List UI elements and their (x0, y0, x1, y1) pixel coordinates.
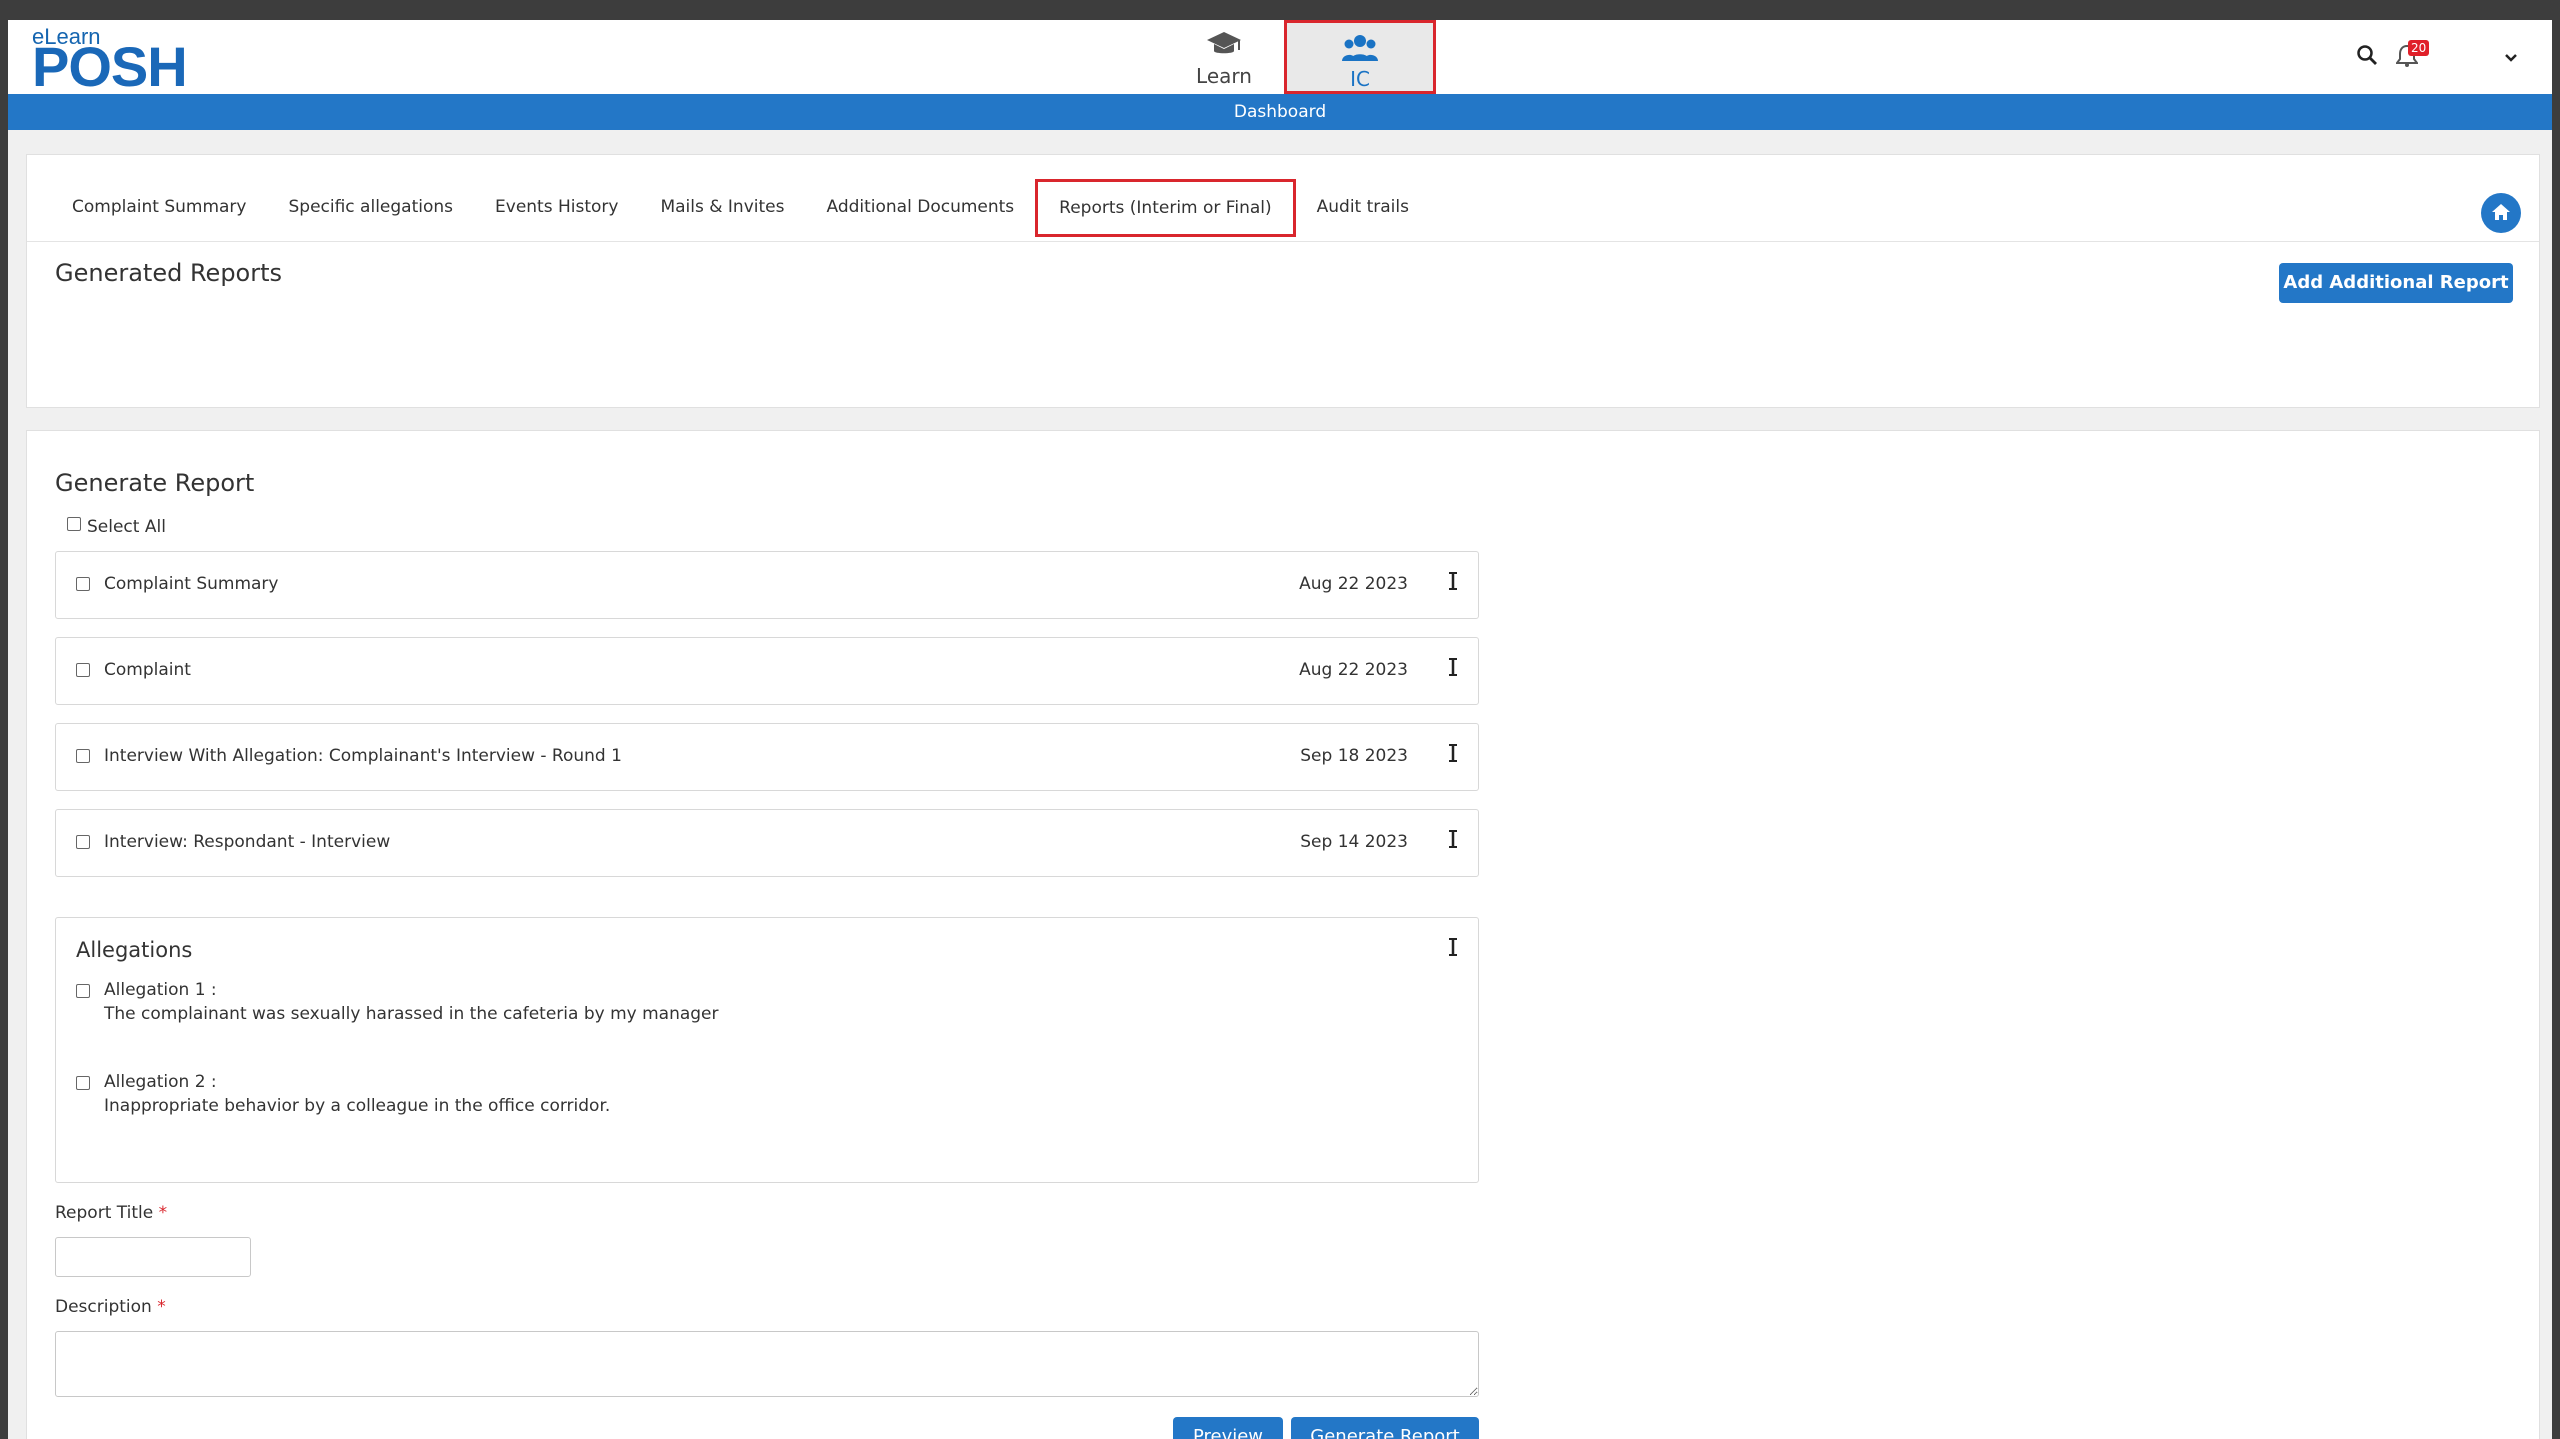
report-title-label: Report Title * (55, 1203, 167, 1223)
tab-mails-invites[interactable]: Mails & Invites (639, 179, 805, 237)
report-item-row: Interview: Respondant - Interview Sep 14… (55, 809, 1479, 877)
tabs-divider (27, 241, 2539, 242)
graduation-cap-icon (1166, 30, 1282, 64)
tab-reports[interactable]: Reports (Interim or Final) (1035, 179, 1296, 237)
drag-handle-icon[interactable] (1448, 742, 1458, 768)
home-icon (2491, 202, 2511, 226)
report-item-label: Interview: Respondant - Interview (104, 832, 391, 852)
case-tabs: Complaint Summary Specific allegations E… (51, 179, 1430, 237)
allegation-name: Allegation 2 : (104, 1072, 217, 1092)
notification-count-badge: 20 (2408, 40, 2430, 56)
report-item-checkbox[interactable] (76, 835, 90, 849)
report-item-label: Complaint (104, 660, 191, 680)
tab-specific-allegations[interactable]: Specific allegations (267, 179, 474, 237)
drag-handle-icon[interactable] (1448, 936, 1458, 962)
allegation-text: Inappropriate behavior by a colleague in… (104, 1096, 611, 1116)
search-icon[interactable] (2356, 44, 2378, 70)
required-mark: * (157, 1297, 166, 1317)
tab-events-history[interactable]: Events History (474, 179, 639, 237)
preview-button[interactable]: Preview (1173, 1417, 1283, 1439)
report-item-row: Interview With Allegation: Complainant's… (55, 723, 1479, 791)
allegation-checkbox[interactable] (76, 1076, 90, 1090)
report-item-row: Complaint Summary Aug 22 2023 (55, 551, 1479, 619)
generated-reports-title: Generated Reports (55, 259, 283, 287)
allegation-name: Allegation 1 : (104, 980, 217, 1000)
tab-audit-trails[interactable]: Audit trails (1296, 179, 1430, 237)
allegation-text: The complainant was sexually harassed in… (104, 1004, 719, 1024)
select-all-checkbox[interactable] (67, 517, 81, 531)
select-all-label: Select All (87, 517, 166, 537)
report-item-label: Interview With Allegation: Complainant's… (104, 746, 622, 766)
generate-report-title: Generate Report (55, 469, 255, 497)
report-item-checkbox[interactable] (76, 663, 90, 677)
report-item-date: Sep 18 2023 (1300, 746, 1408, 766)
nav-ic-label: IC (1350, 67, 1370, 91)
home-button[interactable] (2481, 193, 2521, 233)
users-icon (1287, 33, 1433, 67)
generated-reports-card: Complaint Summary Specific allegations E… (26, 154, 2540, 408)
description-textarea[interactable] (55, 1331, 1479, 1397)
report-item-label: Complaint Summary (104, 574, 279, 594)
logo-posh-text: POSH (32, 35, 188, 98)
report-title-label-text: Report Title (55, 1203, 154, 1223)
drag-handle-icon[interactable] (1448, 570, 1458, 596)
app-window: eLearn POSH Learn IC 20 Dashboard Compla… (8, 20, 2552, 1439)
chevron-down-icon[interactable] (2504, 48, 2518, 67)
report-title-input[interactable] (55, 1237, 251, 1277)
notification-bell-icon[interactable]: 20 (2395, 40, 2430, 72)
drag-handle-icon[interactable] (1448, 656, 1458, 682)
generate-report-button[interactable]: Generate Report (1291, 1417, 1479, 1439)
report-item-date: Sep 14 2023 (1300, 832, 1408, 852)
add-additional-report-button[interactable]: Add Additional Report (2279, 263, 2513, 303)
nav-learn-label: Learn (1196, 64, 1252, 88)
top-header: eLearn POSH Learn IC 20 (8, 20, 2552, 98)
description-label: Description * (55, 1297, 166, 1317)
report-item-checkbox[interactable] (76, 749, 90, 763)
description-label-text: Description (55, 1297, 152, 1317)
allegation-checkbox[interactable] (76, 984, 90, 998)
report-item-checkbox[interactable] (76, 577, 90, 591)
nav-ic[interactable]: IC (1284, 20, 1436, 94)
tab-additional-documents[interactable]: Additional Documents (805, 179, 1035, 237)
report-item-date: Aug 22 2023 (1299, 574, 1408, 594)
tab-complaint-summary[interactable]: Complaint Summary (51, 179, 267, 237)
report-item-row: Complaint Aug 22 2023 (55, 637, 1479, 705)
report-item-date: Aug 22 2023 (1299, 660, 1408, 680)
drag-handle-icon[interactable] (1448, 828, 1458, 854)
dashboard-bar[interactable]: Dashboard (8, 94, 2552, 130)
elearn-posh-logo[interactable]: eLearn POSH (24, 22, 188, 98)
generate-report-card: Generate Report Select All Complaint Sum… (26, 430, 2540, 1439)
required-mark: * (158, 1203, 168, 1223)
nav-learn[interactable]: Learn (1166, 20, 1282, 94)
allegations-panel: Allegations Allegation 1 : The complaina… (55, 917, 1479, 1183)
allegations-title: Allegations (76, 938, 193, 962)
